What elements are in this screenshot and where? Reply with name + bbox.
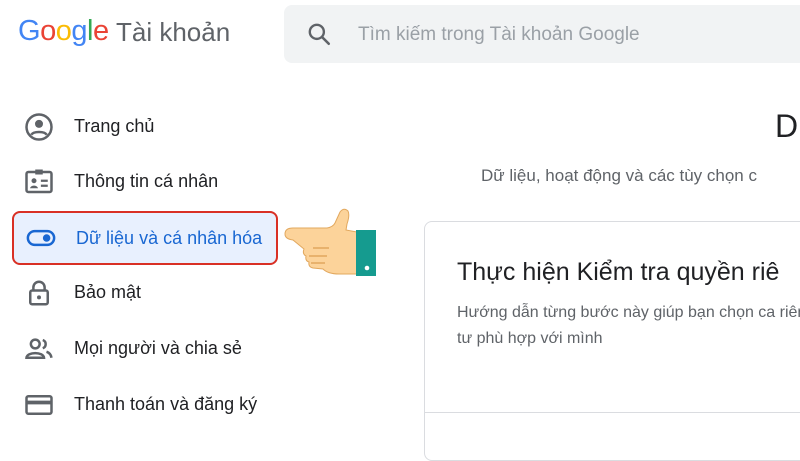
logo-letter: o [40,15,56,47]
google-logo[interactable]: Google [18,15,109,48]
sidebar-item-label: Thanh toán và đăng ký [74,394,258,414]
sidebar-item-data-personalization[interactable]: Dữ liệu và cá nhân hóa [12,211,278,265]
search-bar[interactable] [284,5,800,63]
sidebar-item-label: Thông tin cá nhân [74,171,219,191]
logo-letter: e [92,15,109,47]
pointing-hand-icon [284,208,376,276]
logo-letter: o [55,15,72,47]
card-description: Hướng dẫn từng bước này giúp bạn chọn ca… [457,304,800,347]
card-title: Thực hiện Kiểm tra quyền riê [457,258,780,286]
header: Google Tài khoản [0,0,800,70]
sidebar-item-people-sharing[interactable]: Mọi người và chia sẻ [0,326,290,372]
search-icon[interactable] [306,21,332,47]
sidebar-item-payments[interactable]: Thanh toán và đăng ký [0,382,290,428]
credit-card-icon [25,395,53,415]
card-divider [425,412,800,413]
sidebar-item-home[interactable]: Trang chủ [0,104,290,150]
sidebar-item-personal-info[interactable]: Thông tin cá nhân [0,159,290,205]
sidebar-item-label: Trang chủ [74,116,155,136]
search-input[interactable] [356,15,780,55]
page-title: D [775,108,799,144]
toggle-icon [26,229,56,247]
sidebar-item-label: Mọi người và chia sẻ [74,338,242,358]
account-circle-icon [25,113,53,141]
page-subtitle: Dữ liệu, hoạt động và các tùy chọn c [481,166,757,185]
lock-icon [29,280,49,306]
id-card-icon [25,169,53,194]
people-icon [25,338,53,359]
sidebar-item-label: Dữ liệu và cá nhân hóa [76,228,263,248]
logo-letter: G [18,15,41,47]
product-name: Tài khoản [116,17,231,47]
sidebar-item-security[interactable]: Bảo mật [0,270,290,316]
privacy-checkup-card[interactable]: Thực hiện Kiểm tra quyền riê Hướng dẫn t… [424,221,800,461]
logo-letter: g [71,15,87,47]
sidebar-item-label: Bảo mật [74,282,142,302]
